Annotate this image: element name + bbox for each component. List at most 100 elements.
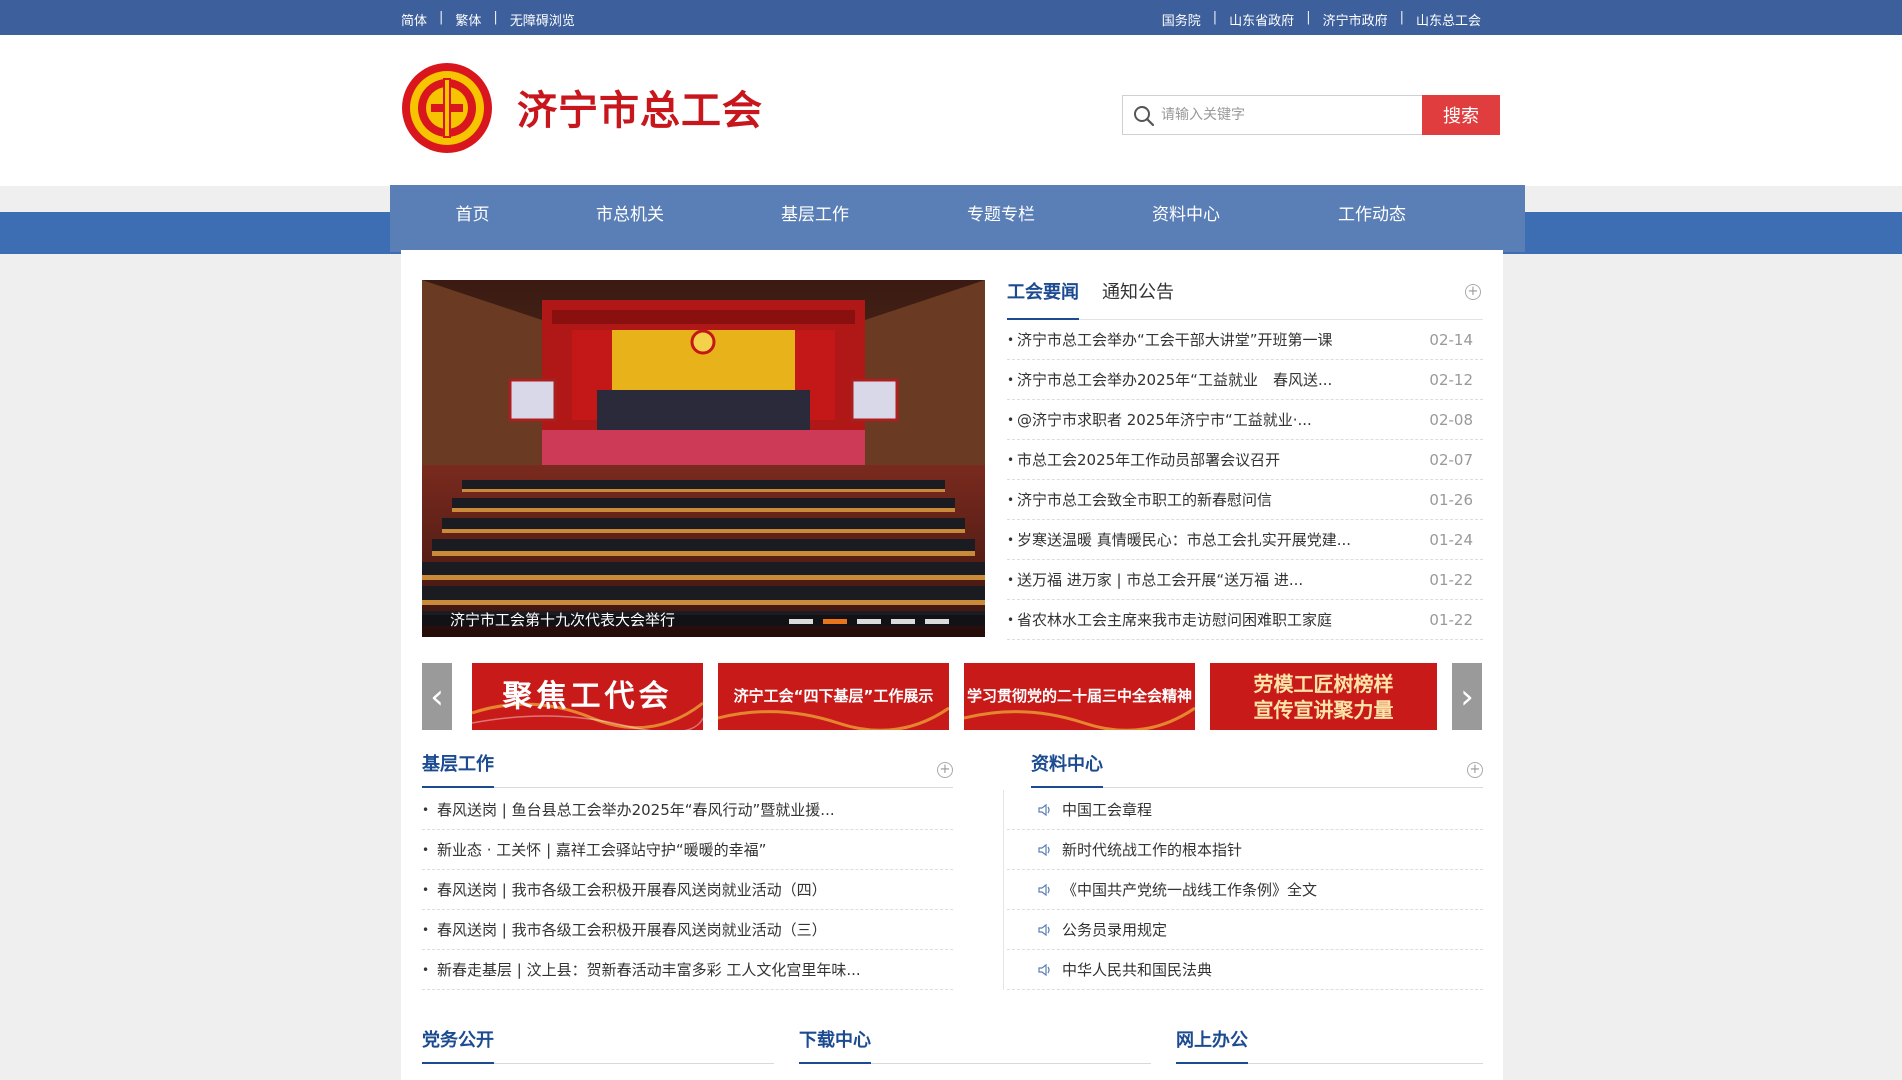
more-plus-icon[interactable]: + <box>937 762 953 778</box>
section-header-party-affairs: 党务公开 <box>422 1030 774 1064</box>
list-item[interactable]: 《中国共产党统一战线工作条例》全文 <box>1007 870 1483 910</box>
news-item[interactable]: • 济宁市总工会举办“工会干部大讲堂”开班第一课 02-14 <box>1007 320 1483 360</box>
news-title[interactable]: 济宁市总工会致全市职工的新春慰问信 <box>1017 480 1272 520</box>
list-item-title[interactable]: 新业态 · 工关怀 | 嘉祥工会驿站守护“暖暖的幸福” <box>437 830 766 870</box>
list-item[interactable]: • 新业态 · 工关怀 | 嘉祥工会驿站守护“暖暖的幸福” <box>422 830 953 870</box>
nav-item-work-news[interactable]: 工作动态 <box>1322 185 1422 252</box>
news-title[interactable]: 省农林水工会主席来我市走访慰问困难职工家庭 <box>1017 600 1332 640</box>
list-item[interactable]: 新时代统战工作的根本指针 <box>1007 830 1483 870</box>
list-item-title[interactable]: 春风送岗 | 我市各级工会积极开展春风送岗就业活动（四） <box>437 870 827 910</box>
news-title[interactable]: 市总工会2025年工作动员部署会议召开 <box>1017 440 1280 480</box>
news-item[interactable]: • 岁寒送温暖 真情暖民心：市总工会扎实开展党建... 01-24 <box>1007 520 1483 560</box>
banner-four-grassroots[interactable]: 济宁工会“四下基层”工作展示 <box>718 663 949 730</box>
tab-union-news[interactable]: 工会要闻 <box>1007 280 1079 320</box>
banner-third-plenum[interactable]: 学习贯彻党的二十届三中全会精神 <box>964 663 1195 730</box>
list-item-title[interactable]: 中国工会章程 <box>1062 790 1152 830</box>
slider-dot[interactable] <box>789 619 813 624</box>
news-tabs: 工会要闻 通知公告 + <box>1007 280 1483 320</box>
news-slider[interactable] <box>422 280 985 637</box>
news-item[interactable]: • @济宁市求职者 2025年济宁市“工益就业·... 02-08 <box>1007 400 1483 440</box>
bullet: • <box>1007 453 1015 467</box>
list-item-title[interactable]: 《中国共产党统一战线工作条例》全文 <box>1062 870 1317 910</box>
site-header <box>0 35 1902 186</box>
banner-prev-arrow[interactable]: ‹ <box>422 663 452 730</box>
news-item[interactable]: • 省农林水工会主席来我市走访慰问困难职工家庭 01-22 <box>1007 600 1483 640</box>
link-jining-gov[interactable]: 济宁市政府 <box>1323 10 1388 29</box>
news-date: 02-08 <box>1429 411 1473 429</box>
slider-photo <box>422 280 985 637</box>
link-shandong-gov[interactable]: 山东省政府 <box>1229 10 1294 29</box>
search-input[interactable] <box>1161 96 1416 134</box>
bullet: • <box>1007 333 1015 347</box>
link-shandong-union[interactable]: 山东总工会 <box>1416 10 1481 29</box>
news-date: 02-07 <box>1429 451 1473 469</box>
list-item-title[interactable]: 新时代统战工作的根本指针 <box>1062 830 1242 870</box>
link-state-council[interactable]: 国务院 <box>1162 10 1201 29</box>
slider-dot[interactable] <box>925 619 949 624</box>
section-title-resources[interactable]: 资料中心 <box>1031 754 1103 788</box>
news-title[interactable]: @济宁市求职者 2025年济宁市“工益就业·... <box>1017 400 1312 440</box>
speaker-icon <box>1038 803 1050 817</box>
section-title-grassroots[interactable]: 基层工作 <box>422 754 494 788</box>
news-title[interactable]: 岁寒送温暖 真情暖民心：市总工会扎实开展党建... <box>1017 520 1351 560</box>
nav-item-city-hq[interactable]: 市总机关 <box>580 185 680 252</box>
news-title[interactable]: 济宁市总工会举办2025年“工益就业 春风送... <box>1017 360 1332 400</box>
section-title-downloads[interactable]: 下载中心 <box>799 1030 871 1064</box>
list-item-title[interactable]: 中华人民共和国民法典 <box>1062 950 1212 990</box>
separator: | <box>1306 10 1311 25</box>
separator: | <box>439 10 444 25</box>
banner-text-line2: 宣传宣讲聚力量 <box>1253 697 1394 722</box>
list-item[interactable]: 公务员录用规定 <box>1007 910 1483 950</box>
list-item[interactable]: • 春风送岗 | 鱼台县总工会举办2025年“春风行动”暨就业援... <box>422 790 953 830</box>
news-title[interactable]: 送万福 进万家 | 市总工会开展“送万福 进... <box>1017 560 1303 600</box>
news-date: 01-24 <box>1429 531 1473 549</box>
slider-dot[interactable] <box>857 619 881 624</box>
nav-item-home[interactable]: 首页 <box>430 185 515 252</box>
list-item[interactable]: • 春风送岗 | 我市各级工会积极开展春风送岗就业活动（三） <box>422 910 953 950</box>
news-item[interactable]: • 济宁市总工会举办2025年“工益就业 春风送... 02-12 <box>1007 360 1483 400</box>
link-traditional-chinese[interactable]: 繁体 <box>455 10 481 29</box>
list-item-title[interactable]: 春风送岗 | 鱼台县总工会举办2025年“春风行动”暨就业援... <box>437 790 835 830</box>
banner-model-workers[interactable]: 劳模工匠树榜样 宣传宣讲聚力量 <box>1210 663 1437 730</box>
nav-item-grassroots[interactable]: 基层工作 <box>765 185 865 252</box>
news-date: 01-26 <box>1429 491 1473 509</box>
nav-item-special-topics[interactable]: 专题专栏 <box>951 185 1051 252</box>
nav-item-resource-center[interactable]: 资料中心 <box>1136 185 1236 252</box>
site-title[interactable]: 济宁市总工会 <box>517 78 763 136</box>
section-header-online-office: 网上办公 <box>1176 1030 1483 1064</box>
more-plus-icon[interactable]: + <box>1467 762 1483 778</box>
link-simplified-chinese[interactable]: 简体 <box>401 10 427 29</box>
slider-dot[interactable] <box>891 619 915 624</box>
separator: | <box>493 10 498 25</box>
union-emblem-icon[interactable] <box>401 62 493 154</box>
more-plus-icon[interactable]: + <box>1465 284 1481 300</box>
bullet: • <box>422 803 430 817</box>
separator: | <box>1212 10 1218 25</box>
list-item[interactable]: 中华人民共和国民法典 <box>1007 950 1483 990</box>
list-item[interactable]: • 新春走基层 | 汶上县：贺新春活动丰富多彩 工人文化宫里年味... <box>422 950 953 990</box>
section-title-online-office[interactable]: 网上办公 <box>1176 1030 1248 1064</box>
list-item[interactable]: 中国工会章程 <box>1007 790 1483 830</box>
list-item-title[interactable]: 春风送岗 | 我市各级工会积极开展春风送岗就业活动（三） <box>437 910 827 950</box>
news-list: • 济宁市总工会举办“工会干部大讲堂”开班第一课 02-14 • 济宁市总工会举办20… <box>1007 320 1483 640</box>
bullet: • <box>1007 493 1015 507</box>
banner-text-line1: 劳模工匠树榜样 <box>1253 671 1394 696</box>
link-accessibility[interactable]: 无障碍浏览 <box>510 10 575 29</box>
slider-caption[interactable]: 济宁市工会第十九次代表大会举行 <box>450 609 675 630</box>
slider-dot-active[interactable] <box>823 619 847 624</box>
section-title-party-affairs[interactable]: 党务公开 <box>422 1030 494 1064</box>
list-item-title[interactable]: 公务员录用规定 <box>1062 910 1167 950</box>
banner-focus-congress[interactable]: 聚焦工代会 <box>472 663 703 730</box>
news-item[interactable]: • 送万福 进万家 | 市总工会开展“送万福 进... 01-22 <box>1007 560 1483 600</box>
news-item[interactable]: • 市总工会2025年工作动员部署会议召开 02-07 <box>1007 440 1483 480</box>
news-item[interactable]: • 济宁市总工会致全市职工的新春慰问信 01-26 <box>1007 480 1483 520</box>
banner-next-arrow[interactable]: › <box>1452 663 1482 730</box>
search-button[interactable]: 搜索 <box>1422 95 1500 135</box>
list-item-title[interactable]: 新春走基层 | 汶上县：贺新春活动丰富多彩 工人文化宫里年味... <box>437 950 861 990</box>
tab-notices[interactable]: 通知公告 <box>1102 280 1174 320</box>
news-title[interactable]: 济宁市总工会举办“工会干部大讲堂”开班第一课 <box>1017 320 1333 360</box>
search-icon <box>1134 106 1155 127</box>
list-item[interactable]: • 春风送岗 | 我市各级工会积极开展春风送岗就业活动（四） <box>422 870 953 910</box>
section-header-resources: 资料中心 + <box>1031 754 1483 788</box>
grassroots-list: • 春风送岗 | 鱼台县总工会举办2025年“春风行动”暨就业援... • 新业态 … <box>422 790 953 990</box>
